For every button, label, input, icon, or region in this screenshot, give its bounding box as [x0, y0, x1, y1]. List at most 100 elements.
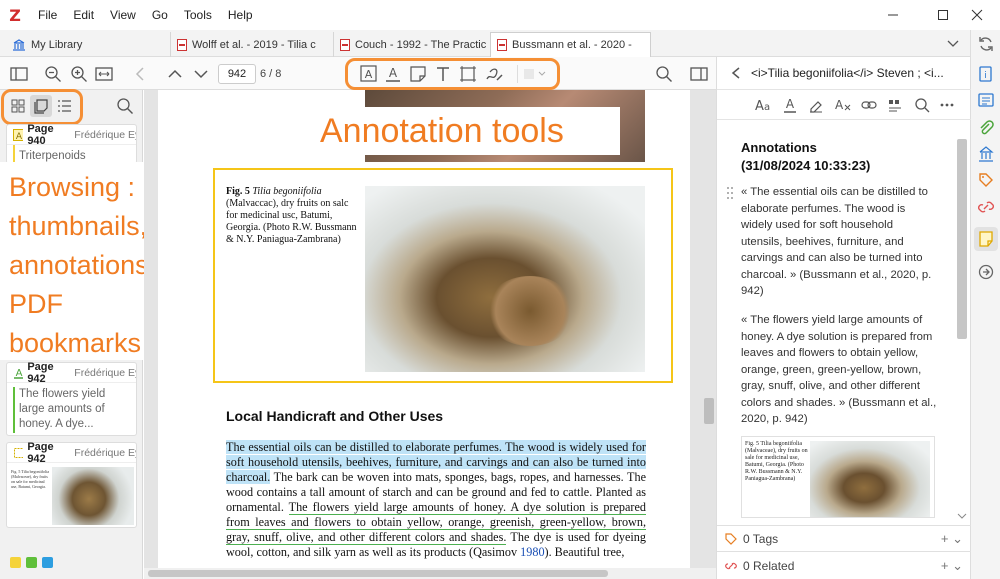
tab-couch[interactable]: Couch - 1992 - The Practic ×	[333, 32, 490, 57]
svg-text:A: A	[835, 98, 844, 112]
toggle-context-pane-icon[interactable]	[690, 65, 708, 83]
add-tag-icon[interactable]: + ⌄	[941, 531, 963, 547]
note-scrollbar-thumb[interactable]	[957, 139, 967, 339]
zoom-in-icon[interactable]	[70, 65, 88, 83]
page-number-input[interactable]: 942	[218, 64, 256, 84]
note-quote[interactable]: « The essential oils can be distilled to…	[741, 184, 937, 300]
abstract-icon[interactable]	[978, 92, 994, 108]
text-format-icon[interactable]: Aa	[755, 98, 773, 112]
next-page-icon[interactable]	[192, 65, 210, 83]
tab-wolff[interactable]: Wolff et al. - 2019 - Tilia c	[170, 32, 333, 57]
horizontal-scrollbar[interactable]	[144, 568, 716, 579]
tab-label: Bussmann et al. - 2020 -	[512, 39, 632, 51]
tabs-menu-button[interactable]	[946, 36, 960, 50]
close-window-button[interactable]	[954, 0, 1000, 30]
menu-bar: Z File Edit View Go Tools Help	[0, 0, 1000, 30]
locate-icon[interactable]	[978, 264, 994, 280]
sync-icon[interactable]	[978, 36, 994, 52]
menu-view[interactable]: View	[102, 8, 144, 22]
toggle-sidebar-icon[interactable]	[10, 65, 28, 83]
svg-text:A: A	[16, 132, 23, 141]
annotation-card[interactable]: A Page 942 Frédérique Eyn The flowers yi…	[6, 361, 137, 436]
annotation-card[interactable]: A Page 940 Frédérique Eyn Triterpenoids	[6, 122, 137, 168]
svg-text:A: A	[786, 97, 795, 111]
svg-text:i: i	[984, 71, 987, 81]
green-filter[interactable]	[26, 557, 37, 568]
blue-filter[interactable]	[42, 557, 53, 568]
citation-link[interactable]: 1980	[520, 545, 544, 559]
pdf-view[interactable]: Fig. 5 Tilia begoniifolia (Malvaccac), d…	[144, 90, 716, 579]
highlight-annotation-icon: A	[13, 128, 24, 141]
citation-icon[interactable]	[887, 97, 903, 113]
minimize-button[interactable]	[870, 0, 916, 30]
menu-help[interactable]: Help	[220, 8, 261, 22]
related-row[interactable]: 0 Related + ⌄	[717, 551, 971, 579]
tags-row[interactable]: 0 Tags + ⌄	[717, 525, 971, 551]
tag-icon[interactable]	[978, 172, 994, 188]
find-replace-icon[interactable]	[914, 97, 930, 113]
chevron-down-icon	[947, 40, 959, 47]
libraries-collections-icon[interactable]	[978, 146, 994, 162]
maximize-icon	[938, 10, 948, 20]
svg-text:a: a	[764, 102, 770, 112]
note-header: <i>Tilia begoniifolia</i> Steven ; <i...	[717, 57, 971, 90]
annotation-card[interactable]: Page 942 Frédérique Eyn Fig. 5 Tilia beg…	[6, 440, 137, 528]
annotation-page: Page 940	[27, 122, 54, 147]
zotero-logo: Z	[9, 5, 21, 25]
menu-edit[interactable]: Edit	[65, 8, 102, 22]
figure-caption: Fig. 5 Tilia begoniifolia (Malvaccac), d…	[226, 186, 361, 246]
previous-page-icon[interactable]	[166, 65, 184, 83]
notes-pane: <i>Tilia begoniifolia</i> Steven ; <i...…	[716, 57, 971, 579]
search-annotations-icon[interactable]	[116, 97, 134, 115]
thumbnail-caption: Fig. 5 Tilia begoniifolia (Malvaceae), d…	[11, 469, 50, 489]
note-image-caption: Fig. 5 Tilia begoniifolia (Malvaceae), d…	[745, 441, 808, 482]
add-related-icon[interactable]: + ⌄	[941, 558, 963, 574]
horizontal-scrollbar-thumb[interactable]	[148, 570, 608, 577]
annotation-tools-callout: Annotation tools	[308, 107, 620, 155]
annotation-tools-highlight	[345, 58, 560, 90]
highlight-text-icon[interactable]	[808, 97, 824, 113]
back-icon[interactable]	[132, 65, 150, 83]
annotation-author: Frédérique Eyn	[74, 366, 136, 379]
tab-label: My Library	[31, 38, 83, 51]
annotation-author: Frédérique Eyn	[74, 128, 136, 141]
link-icon[interactable]	[861, 97, 877, 113]
yellow-filter[interactable]	[10, 557, 21, 568]
search-icon[interactable]	[655, 65, 673, 83]
tab-my-library[interactable]: My Library	[6, 32, 166, 57]
fit-width-icon[interactable]	[95, 65, 113, 83]
note-quote[interactable]: « The flowers yield large amounts of hon…	[741, 312, 937, 428]
related-icon[interactable]	[978, 199, 994, 215]
vertical-scrollbar-thumb[interactable]	[704, 398, 714, 424]
thumbnail-image	[52, 467, 134, 525]
tags-label: 0 Tags	[743, 531, 779, 546]
menu-go[interactable]: Go	[144, 8, 176, 22]
tag-icon	[725, 532, 737, 545]
note-title-line: (31/08/2024 10:33:23)	[741, 158, 871, 173]
annotation-page: Page 942	[27, 440, 54, 465]
note-title: Annotations (31/08/2024 10:33:23)	[741, 139, 870, 175]
zoom-out-icon[interactable]	[44, 65, 62, 83]
pdf-icon	[340, 38, 350, 51]
note-parent-title[interactable]: <i>Tilia begoniifolia</i> Steven ; <i...	[751, 66, 963, 80]
text-color-icon[interactable]: A	[782, 97, 798, 113]
menu-tools[interactable]: Tools	[176, 8, 220, 22]
annotation-card-header: Page 942 Frédérique Eyn	[7, 440, 136, 465]
note-image[interactable]: Fig. 5 Tilia begoniifolia (Malvaceae), d…	[741, 436, 935, 518]
menu-file[interactable]: File	[30, 8, 65, 22]
tab-label: Wolff et al. - 2019 - Tilia c	[192, 38, 316, 51]
tab-bussmann[interactable]: Bussmann et al. - 2020 -	[490, 32, 651, 57]
attachment-icon[interactable]	[978, 120, 994, 136]
note-image-photo	[810, 441, 930, 517]
clear-format-icon[interactable]: A	[834, 97, 852, 113]
info-icon[interactable]: i	[978, 66, 994, 82]
back-icon[interactable]	[729, 66, 743, 80]
paragraph-text: ). Beautiful tree,	[544, 545, 625, 559]
color-filters	[10, 557, 53, 568]
tab-bar: My Library Wolff et al. - 2019 - Tilia c…	[0, 30, 970, 57]
scroll-down-icon[interactable]	[957, 512, 967, 520]
right-rail: i	[937, 30, 1000, 579]
notes-tab-button[interactable]	[974, 227, 998, 251]
more-icon[interactable]	[939, 97, 955, 113]
drag-handle-icon[interactable]	[726, 186, 734, 200]
